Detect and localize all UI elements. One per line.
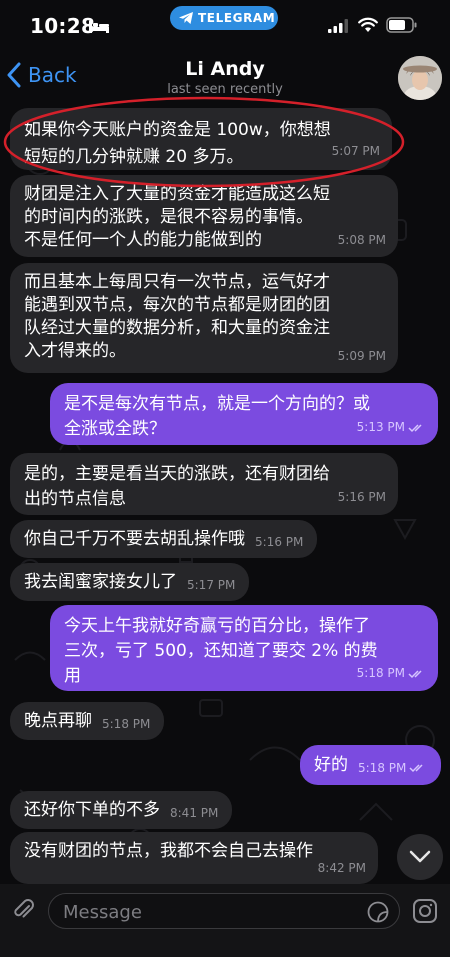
scroll-to-bottom-button[interactable]	[397, 834, 443, 880]
message-input-bar	[0, 884, 450, 957]
cellular-signal-icon	[328, 19, 348, 33]
message-line: 没有财团的节点，我都不会自己去操作	[24, 841, 313, 861]
instagram-camera-icon[interactable]	[412, 898, 438, 924]
message-line: 的时间内的涨跌，是很不容易的事情。	[24, 207, 313, 227]
message-bubble[interactable]: 是的，主要是看当天的涨跌，还有财团给 出的节点信息 5:16 PM	[10, 453, 398, 515]
message-meta: 5:13 PM	[357, 415, 426, 440]
message-time: 5:09 PM	[337, 349, 386, 363]
chat-title[interactable]: Li Andy	[0, 58, 450, 80]
message-line: 入才得来的。	[24, 341, 126, 361]
message-time: 5:18 PM	[102, 716, 151, 731]
message-line: 是的，主要是看当天的涨跌，还有财团给	[24, 464, 330, 484]
message-time: 5:17 PM	[187, 577, 236, 592]
message-time: 5:07 PM	[331, 144, 380, 158]
app-pill-label: TELEGRAM	[198, 11, 276, 25]
message-field[interactable]	[48, 893, 400, 930]
telegram-return-pill[interactable]: TELEGRAM	[170, 6, 278, 30]
message-line: 还好你下单的不多	[24, 799, 160, 820]
message-time: 5:08 PM	[337, 233, 386, 247]
sleep-focus-icon	[89, 21, 109, 33]
message-meta: 5:08 PM	[338, 229, 386, 252]
message-bubble-outgoing[interactable]: 好的 5:18 PM	[300, 745, 442, 785]
battery-icon	[386, 17, 417, 33]
message-meta: 5:16 PM	[338, 485, 386, 510]
chat-screen: 10:28 TELEGRAM Back Li Andy last seen re…	[0, 0, 450, 957]
message-line: 财团是注入了大量的资金才能造成这么短	[24, 184, 330, 204]
message-line: 我去闺蜜家接女儿了	[24, 571, 177, 592]
telegram-plane-icon	[179, 12, 193, 24]
message-time: 5:16 PM	[337, 490, 386, 504]
message-line: 今天上午我就好奇赢亏的百分比，操作了	[64, 616, 370, 636]
message-input[interactable]	[61, 894, 365, 930]
message-time: 8:42 PM	[317, 861, 366, 875]
message-meta: 8:42 PM	[318, 855, 366, 882]
message-line: 短短的几分钟就赚 20 多万。	[24, 147, 244, 167]
chat-last-seen: last seen recently	[167, 82, 283, 97]
message-time: 5:18 PM	[356, 666, 405, 680]
chevron-down-icon	[409, 850, 431, 863]
message-time: 8:41 PM	[170, 805, 219, 820]
message-bubble[interactable]: 你自己千万不要去胡乱操作哦 5:16 PM	[10, 520, 318, 558]
chat-header: Back Li Andy last seen recently	[0, 48, 450, 104]
message-bubble[interactable]: 我去闺蜜家接女儿了 5:17 PM	[10, 563, 250, 601]
message-line: 能遇到双节点，每次的节点都是财团的团	[24, 295, 330, 315]
message-line: 而且基本上每周只有一次节点，运气好才	[24, 272, 330, 292]
sticker-icon[interactable]	[367, 901, 389, 923]
message-line: 不是任何一个人的能力能做到的	[24, 230, 262, 250]
message-bubble[interactable]: 而且基本上每周只有一次节点，运气好才 能遇到双节点，每次的节点都是财团的团 队经…	[10, 263, 398, 373]
read-ticks-icon	[408, 423, 422, 432]
message-line: 队经过大量的数据分析，和大量的资金注	[24, 318, 330, 338]
message-time: 5:18 PM	[358, 760, 407, 775]
message-line: 好的	[314, 754, 348, 775]
message-bubble[interactable]: 晚点再聊 5:18 PM	[10, 702, 165, 740]
message-bubble[interactable]: 还好你下单的不多 8:41 PM	[10, 791, 233, 829]
message-line: 出的节点信息	[24, 489, 126, 509]
message-meta: 5:07 PM	[332, 138, 380, 165]
message-bubble[interactable]: 财团是注入了大量的资金才能造成这么短 的时间内的涨跌，是很不容易的事情。 不是任…	[10, 175, 398, 257]
message-meta: 5:09 PM	[338, 345, 386, 368]
avatar-photo	[398, 56, 442, 100]
status-bar: 10:28 TELEGRAM	[0, 0, 450, 48]
message-time: 5:16 PM	[255, 534, 304, 549]
message-line: 如果你今天账户的资金是 100w，你想想	[24, 120, 331, 140]
wifi-icon	[358, 17, 378, 32]
message-line: 你自己千万不要去胡乱操作哦	[24, 528, 245, 549]
paperclip-icon[interactable]	[10, 896, 36, 922]
read-ticks-icon	[409, 764, 423, 773]
message-time: 5:13 PM	[356, 420, 405, 434]
message-line: 晚点再聊	[24, 710, 92, 731]
message-bubble-outgoing[interactable]: 今天上午我就好奇赢亏的百分比，操作了 三次，亏了 500，还知道了要交 2% 的…	[50, 605, 438, 691]
message-meta: 5:18 PM	[357, 661, 426, 686]
message-bubble-outgoing[interactable]: 是不是每次有节点，就是一个方向的？或 全涨或全跌？ 5:13 PM	[50, 383, 438, 445]
message-bubble[interactable]: 没有财团的节点，我都不会自己去操作 8:42 PM	[10, 832, 378, 884]
read-ticks-icon	[408, 669, 422, 678]
contact-avatar[interactable]	[398, 56, 442, 100]
message-line: 是不是每次有节点，就是一个方向的？或	[64, 394, 370, 414]
message-meta: 5:18 PM	[358, 755, 427, 782]
message-bubble[interactable]: 如果你今天账户的资金是 100w，你想想 短短的几分钟就赚 20 多万。 5:0…	[10, 108, 392, 170]
status-time: 10:28	[30, 14, 96, 38]
